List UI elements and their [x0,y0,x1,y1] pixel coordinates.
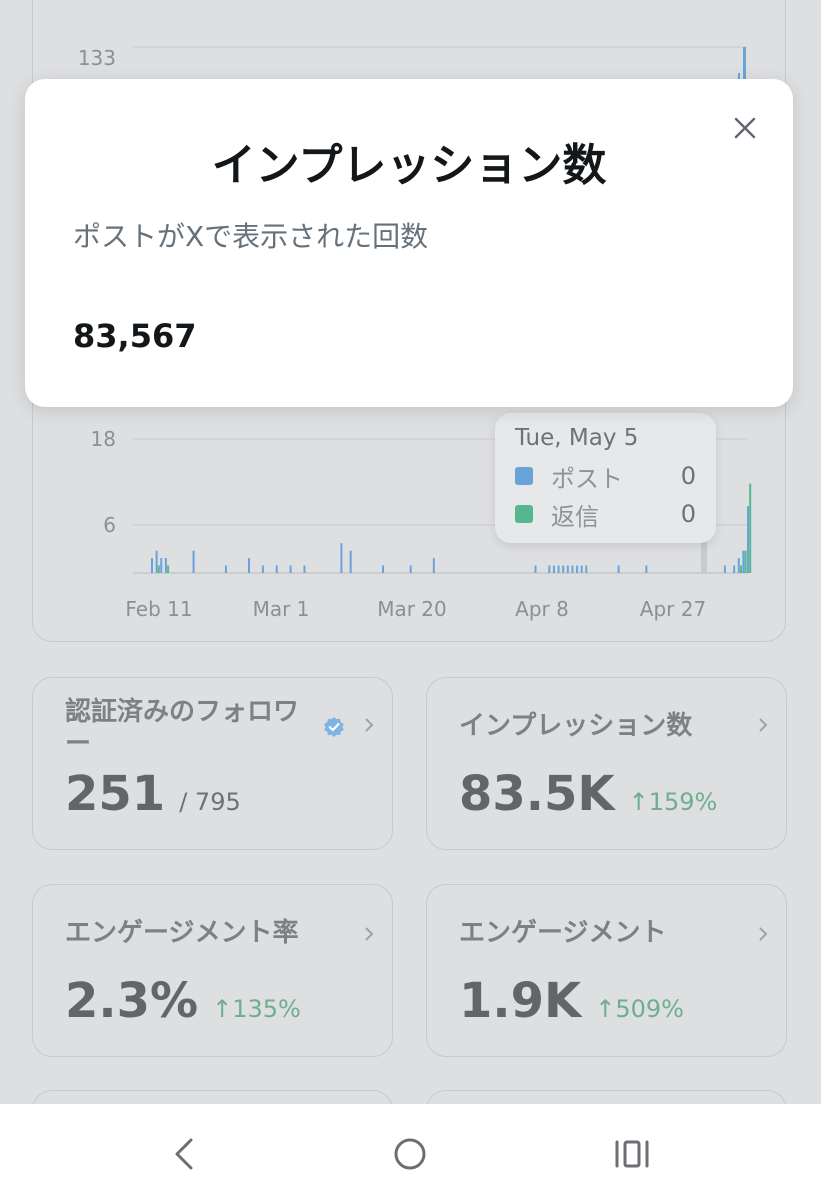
y-tick-label: 6 [103,513,116,537]
metric-title: 認証済みのフォロワー [65,697,300,759]
bar-posts [164,558,167,573]
bar-posts [723,565,726,573]
bar-posts [566,565,569,573]
verified-badge-icon [324,717,344,737]
x-tick-label: Mar 1 [253,597,310,621]
bar-posts [248,558,251,573]
metric-delta: ↑159% [628,788,718,816]
tooltip-value-posts: 0 [680,462,696,490]
bar-replies [749,483,752,573]
bar-posts [160,558,163,573]
tooltip-label-posts: ポスト [551,464,623,493]
chevron-right-icon [759,718,768,732]
recent-apps-icon[interactable] [612,1134,652,1174]
metric-value-line: 83.5K ↑159% [459,766,717,822]
metric-total: / 795 [179,788,241,816]
metric-delta: ↑135% [212,995,301,1023]
bar-replies [744,550,747,573]
tooltip-row-replies: 返信 0 [515,495,696,533]
metric-card-impressions[interactable]: インプレッション数 83.5K ↑159% [426,677,787,850]
chevron-right-icon [759,927,768,941]
home-icon[interactable] [390,1134,430,1174]
metric-title: インプレッション数 [459,711,693,741]
metric-value-line: 1.9K ↑509% [459,973,684,1029]
y-tick-label: 133 [78,46,116,70]
bar-posts [224,565,227,573]
bar-replies [739,565,742,573]
bar-posts [742,550,745,573]
back-icon[interactable] [165,1134,205,1174]
metric-value: 251 [65,766,166,822]
x-tick-label: Apr 27 [640,597,706,621]
bar-posts [534,565,537,573]
y-tick-label: 18 [91,427,116,451]
bar-replies [167,565,170,573]
bar-posts [737,558,740,573]
bar-posts [645,565,648,573]
bar-posts [580,565,583,573]
chart-tooltip: Tue, May 5 ポスト 0 返信 0 [495,413,716,543]
bar-replies [157,565,160,573]
tooltip-row-posts: ポスト 0 [515,457,696,495]
bar-posts [548,565,551,573]
bar-posts [382,565,385,573]
metric-card-engagement-rate[interactable]: エンゲージメント率 2.3% ↑135% [32,884,393,1057]
bar-posts [571,565,574,573]
tooltip-date: Tue, May 5 [515,425,639,451]
bar-posts [576,565,579,573]
bar-posts [557,565,560,573]
bar-posts [151,558,153,573]
system-navigation-bar [0,1104,821,1200]
metric-value-line: 251 / 795 [65,766,241,822]
bar-posts [747,506,749,573]
bar-posts [340,543,343,573]
metric-card-engagements[interactable]: エンゲージメント 1.9K ↑509% [426,884,787,1057]
metric-title: エンゲージメント [459,918,667,948]
x-tick-label: Mar 20 [377,597,447,621]
metric-title: エンゲージメント率 [65,918,299,948]
bar-posts [289,565,292,573]
close-icon[interactable] [732,115,758,141]
bar-posts [155,550,158,573]
bar-posts [552,565,555,573]
bar-posts [585,565,588,573]
bar-posts [349,550,352,573]
bar-posts [192,550,195,573]
bar-posts [409,565,412,573]
bar-posts [275,565,278,573]
bar-posts [562,565,565,573]
bar-posts [261,565,264,573]
dialog-title: インプレッション数 [211,140,607,191]
chevron-right-icon [365,927,374,941]
dialog-value: 83,567 [73,317,197,355]
tooltip-value-replies: 0 [680,500,696,528]
metric-value: 83.5K [459,766,615,822]
metric-info-dialog: インプレッション数 ポストがXで表示された回数 83,567 [25,79,793,407]
chevron-right-icon [365,718,374,732]
metric-value: 1.9K [459,973,582,1029]
bar-posts [733,565,736,573]
metric-value-line: 2.3% ↑135% [65,973,301,1029]
tooltip-label-replies: 返信 [551,502,599,531]
tooltip-swatch-replies [515,505,533,523]
bar-posts [617,565,620,573]
x-tick-label: Apr 8 [515,597,569,621]
tooltip-swatch-posts [515,467,533,485]
dialog-description: ポストがXで表示された回数 [73,220,429,253]
metric-card-verified-followers[interactable]: 認証済みのフォロワー 251 / 795 [32,677,393,850]
bar-posts [432,558,435,573]
x-tick-label: Feb 11 [125,597,192,621]
metric-delta: ↑509% [595,995,684,1023]
bar-posts [303,565,306,573]
metric-value: 2.3% [65,973,199,1029]
